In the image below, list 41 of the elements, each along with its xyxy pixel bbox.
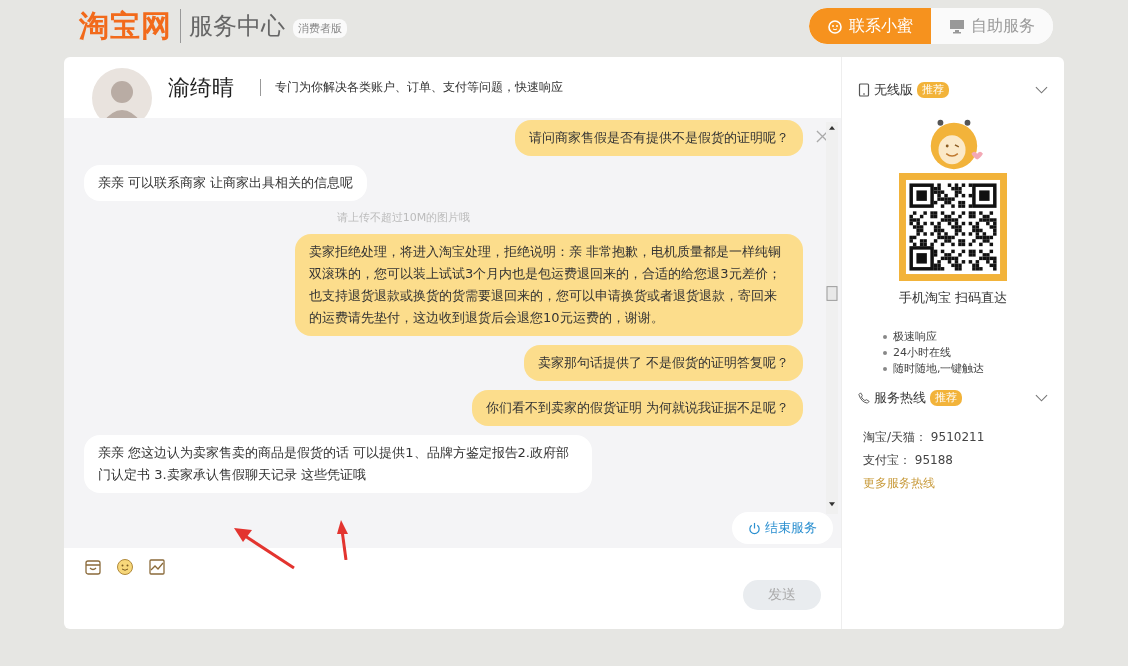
bee-face-icon bbox=[827, 18, 843, 34]
chevron-icon[interactable] bbox=[1035, 394, 1048, 402]
hotline-number: 支付宝： 95188 bbox=[863, 452, 954, 469]
image-icon[interactable] bbox=[148, 558, 166, 576]
phone-icon bbox=[858, 83, 870, 97]
monitor-icon bbox=[949, 18, 965, 34]
arrow-annotation bbox=[336, 520, 350, 560]
sent-message: 卖家那句话提供了 不是假货的证明答复呢？ bbox=[523, 345, 803, 381]
power-icon bbox=[748, 521, 761, 535]
badge: 推荐 bbox=[917, 82, 949, 98]
emoji-icon[interactable] bbox=[116, 558, 134, 576]
feature-item: 极速响应 bbox=[893, 329, 937, 345]
close-icon[interactable] bbox=[816, 130, 829, 143]
sent-message: 卖家拒绝处理，将进入淘宝处理，拒绝说明：亲 非常抱歉，电机质量都是一样纯铜双滚珠的，您可以装上试试3个月内也是包运费退回来的，合适的给您退3元差价；也支持退货退款或换货的货需要退回来的，您可以申请换货或者退货退款，寄回来的运费请先垫付，这边收到退货后会退您10元运费的，谢谢。 bbox=[295, 234, 803, 336]
scrollbar[interactable] bbox=[826, 122, 838, 514]
chevron-icon[interactable] bbox=[1035, 86, 1048, 94]
section-title: 无线版 bbox=[874, 81, 913, 99]
feature-item: 24小时在线 bbox=[893, 345, 951, 361]
received-message: 亲亲 可以联系商家 让商家出具相关的信息呢 bbox=[84, 165, 368, 201]
phone-handset-icon bbox=[858, 391, 870, 405]
agent-slogan: 专门为你解决各类账户、订单、支付等问题，快速响应 bbox=[260, 79, 563, 96]
bullet-dot bbox=[883, 351, 887, 355]
end-service-button[interactable]: 结束服务 bbox=[732, 512, 833, 544]
hotline-number: 淘宝/天猫： 9510211 bbox=[863, 429, 986, 446]
send-button[interactable]: 发送 bbox=[743, 580, 821, 610]
bullet-dot bbox=[883, 367, 887, 371]
sent-message: 你们看不到卖家的假货证明 为何就说我证据不足呢？ bbox=[471, 390, 803, 426]
more-hotlines-link[interactable]: 更多服务热线 bbox=[863, 475, 1043, 492]
logo[interactable]: 淘宝网 bbox=[79, 9, 181, 43]
agent-name: 渝绮晴 bbox=[168, 73, 234, 102]
feature-item: 随时随地,一键触达 bbox=[893, 361, 985, 377]
site-title: 服务中心 bbox=[189, 11, 285, 42]
sent-message: 请问商家售假是否有提供不是假货的证明呢？ bbox=[515, 120, 803, 156]
header-tab[interactable]: 联系小蜜 bbox=[809, 8, 931, 44]
section-title: 服务热线 bbox=[874, 389, 926, 407]
badge: 推荐 bbox=[930, 390, 962, 406]
qr-caption: 手机淘宝 扫码直达 bbox=[898, 289, 1008, 307]
edition-badge: 消费者版 bbox=[293, 19, 347, 38]
bullet-dot bbox=[883, 335, 887, 339]
received-message: 亲亲 您这边认为卖家售卖的商品是假货的话 可以提供1、品牌方鉴定报告2.政府部门认定书 3.卖家承认售假聊天记录 这些凭证哦 bbox=[84, 435, 592, 493]
bag-icon[interactable] bbox=[84, 558, 102, 576]
